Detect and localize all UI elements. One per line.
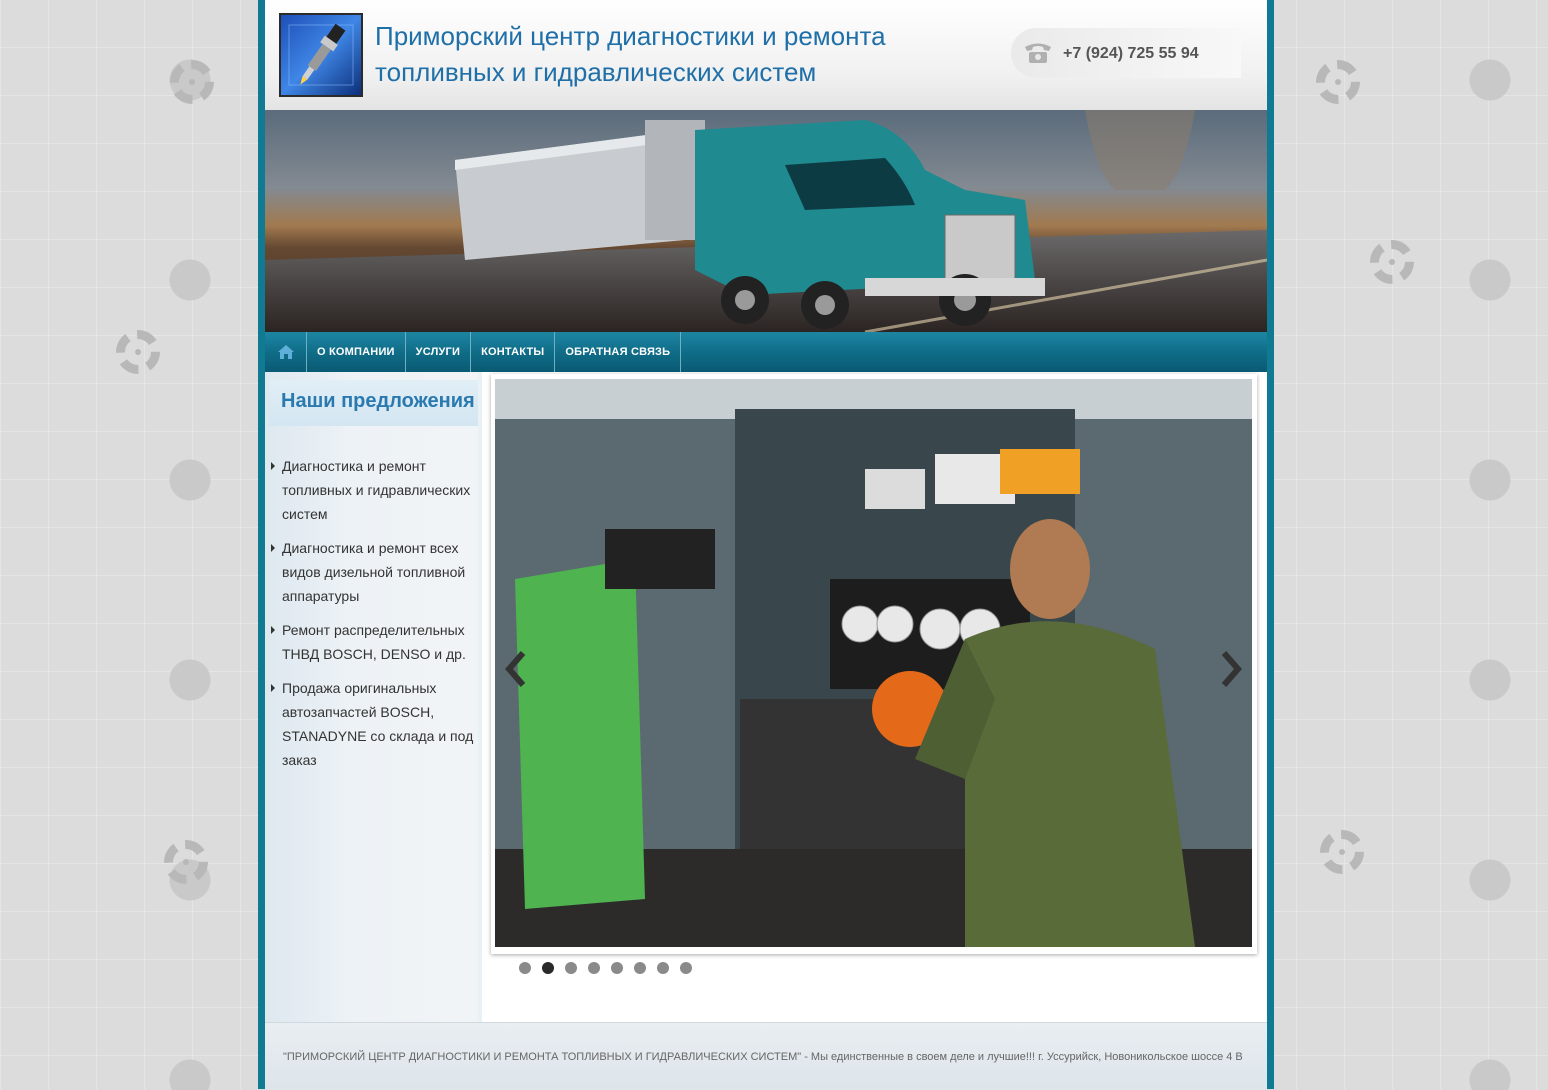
background-gear-icon — [164, 840, 208, 884]
footer-text: "ПРИМОРСКИЙ ЦЕНТР ДИАГНОСТИКИ И РЕМОНТА … — [283, 1051, 1243, 1063]
slider-prev-icon[interactable] — [503, 649, 529, 689]
workshop-photo — [495, 379, 1252, 947]
site-logo[interactable] — [279, 13, 363, 97]
page-container: Приморский центр диагностики и ремонта т… — [265, 0, 1267, 1090]
site-header: Приморский центр диагностики и ремонта т… — [265, 0, 1267, 110]
slider-pagination — [519, 962, 692, 974]
sidebar: Наши предложения Диагностика и ремонт то… — [265, 372, 482, 1022]
truck-banner-image — [265, 110, 1267, 332]
slider-dot[interactable] — [680, 962, 692, 974]
site-title: Приморский центр диагностики и ремонта т… — [375, 18, 995, 90]
site-title-line1: Приморский центр диагностики и ремонта — [375, 21, 886, 51]
offer-item[interactable]: Диагностика и ремонт топливных и гидравл… — [271, 454, 477, 526]
nav-home[interactable] — [265, 332, 307, 372]
nav-item-services[interactable]: УСЛУГИ — [406, 332, 472, 372]
site-title-line2: топливных и гидравлических систем — [375, 57, 817, 87]
nav-item-contacts[interactable]: КОНТАКТЫ — [471, 332, 556, 372]
background-gear-icon — [1316, 60, 1360, 104]
phone-number[interactable]: +7 (924) 725 55 94 — [1063, 45, 1199, 63]
slider-dot[interactable] — [657, 962, 669, 974]
background-gear-icon — [116, 330, 160, 374]
sidebar-header: Наши предложения — [269, 380, 478, 426]
background-gear-icon — [1320, 830, 1364, 874]
header-banner — [265, 110, 1267, 332]
slider-dot[interactable] — [588, 962, 600, 974]
slider-next-icon[interactable] — [1218, 649, 1244, 689]
slider-dot[interactable] — [565, 962, 577, 974]
slider-dot[interactable] — [519, 962, 531, 974]
sidebar-title: Наши предложения — [281, 390, 475, 412]
page-frame: Приморский центр диагностики и ремонта т… — [258, 0, 1274, 1090]
offers-list: Диагностика и ремонт топливных и гидравл… — [271, 454, 477, 782]
slider-dot-active[interactable] — [542, 962, 554, 974]
main-nav: О КОМПАНИИ УСЛУГИ КОНТАКТЫ ОБРАТНАЯ СВЯЗ… — [265, 332, 1267, 372]
telephone-icon — [1025, 43, 1051, 63]
offer-item[interactable]: Диагностика и ремонт всех видов дизельно… — [271, 536, 477, 608]
nav-item-feedback[interactable]: ОБРАТНАЯ СВЯЗЬ — [555, 332, 682, 372]
phone-box: +7 (924) 725 55 94 — [1011, 28, 1241, 78]
site-footer: "ПРИМОРСКИЙ ЦЕНТР ДИАГНОСТИКИ И РЕМОНТА … — [265, 1022, 1267, 1090]
nav-item-about[interactable]: О КОМПАНИИ — [307, 332, 406, 372]
slider-dot[interactable] — [634, 962, 646, 974]
background-gear-icon — [1370, 240, 1414, 284]
injector-icon — [288, 23, 354, 86]
image-slider — [491, 374, 1257, 954]
offer-item[interactable]: Продажа оригинальных автозапчастей BOSCH… — [271, 676, 477, 772]
offer-item[interactable]: Ремонт распределительных ТНВД BOSCH, DEN… — [271, 618, 477, 666]
slide-image — [495, 379, 1252, 947]
slider-dot[interactable] — [611, 962, 623, 974]
background-gear-icon — [170, 60, 214, 104]
home-icon — [277, 345, 294, 359]
